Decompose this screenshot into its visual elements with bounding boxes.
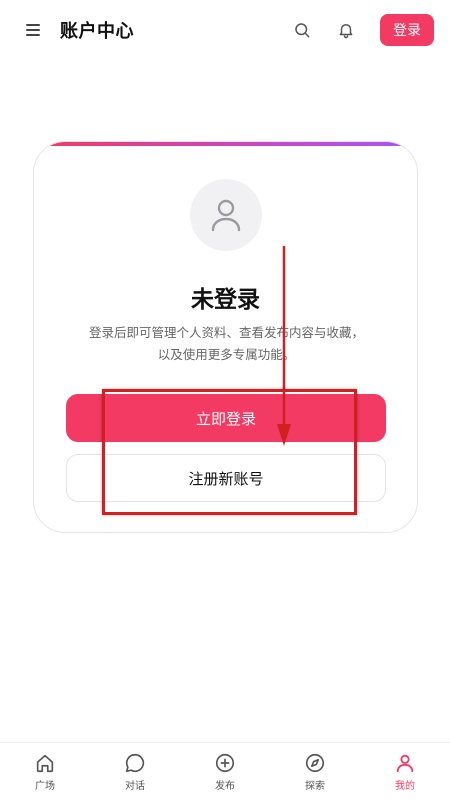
nav-item-chat[interactable]: 对话 — [90, 743, 180, 800]
nav-label: 探索 — [305, 781, 325, 792]
bell-icon[interactable] — [334, 18, 358, 42]
header-login-button[interactable]: 登录 — [380, 14, 434, 46]
nav-label: 发布 — [215, 781, 235, 792]
bottom-nav: 广场 对话 发布 探索 我的 — [0, 742, 450, 800]
user-icon — [396, 754, 414, 773]
menu-icon[interactable] — [26, 23, 40, 37]
register-button[interactable]: 注册新账号 — [66, 454, 386, 502]
card-accent-bar — [34, 142, 417, 146]
login-description: 登录后即可管理个人资料、查看发布内容与收藏， 以及使用更多专属功能。 — [64, 322, 389, 366]
user-icon — [211, 199, 241, 232]
page-title: 账户中心 — [60, 21, 134, 42]
plus-circle-icon — [215, 753, 235, 773]
nav-item-explore[interactable]: 探索 — [270, 743, 360, 800]
login-status-title: 未登录 — [191, 287, 260, 313]
login-card: 未登录 登录后即可管理个人资料、查看发布内容与收藏， 以及使用更多专属功能。 立… — [33, 141, 418, 533]
description-line-1: 登录后即可管理个人资料、查看发布内容与收藏， — [88, 325, 364, 340]
home-icon — [36, 754, 54, 773]
top-bar: 账户中心 登录 — [0, 0, 450, 60]
login-now-button[interactable]: 立即登录 — [66, 394, 386, 442]
avatar — [190, 179, 262, 251]
compass-icon — [305, 753, 325, 773]
nav-item-publish[interactable]: 发布 — [180, 743, 270, 800]
chat-icon — [125, 753, 145, 773]
nav-label: 我的 — [395, 781, 415, 792]
nav-label: 对话 — [125, 781, 145, 792]
description-line-2: 以及使用更多专属功能。 — [157, 347, 296, 362]
nav-item-mine[interactable]: 我的 — [360, 743, 450, 800]
nav-label: 广场 — [35, 781, 55, 792]
nav-item-square[interactable]: 广场 — [0, 743, 90, 800]
search-icon[interactable] — [290, 18, 314, 42]
